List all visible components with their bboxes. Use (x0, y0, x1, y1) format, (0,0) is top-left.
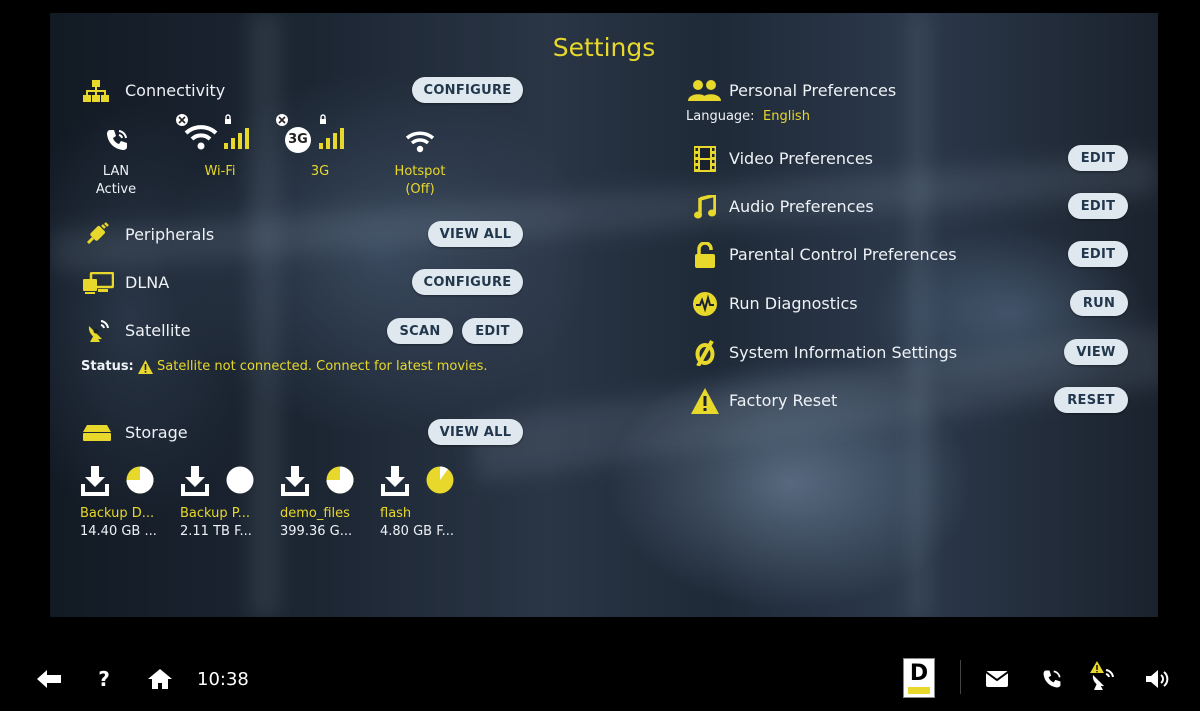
volume-icon[interactable] (1145, 669, 1171, 689)
taskbar-divider (960, 660, 961, 694)
warning-icon (690, 387, 720, 415)
brand-logo-letter: D (909, 660, 929, 686)
satellite-edit-button[interactable]: EDIT (462, 318, 523, 344)
people-icon (687, 79, 721, 101)
taskbar: ? 10:38 D (0, 640, 1200, 711)
audio-preferencesbutton[interactable]: EDIT (1068, 193, 1128, 219)
dlna-label: DLNA (125, 273, 170, 292)
storage-item-name: flash (380, 506, 412, 521)
satellite-scan-button[interactable]: SCAN (387, 318, 453, 344)
clock-time: 10:38 (197, 668, 249, 690)
music-note-label: Audio Preferences (729, 197, 874, 216)
wifi-icon[interactable] (173, 113, 263, 153)
storage-item-size: 2.11 TB F... (180, 524, 252, 539)
storage-item-name: Backup D... (80, 506, 155, 521)
dlna-devices-icon (82, 271, 114, 295)
storage-usage-pie (426, 466, 454, 494)
3g-badge: 3G (288, 132, 308, 147)
system-info-icon (690, 339, 720, 367)
lock-icon (690, 241, 720, 269)
connectivity-configure-button[interactable]: CONFIGURE (412, 77, 523, 103)
satellite-status-text: Satellite not connected. Connect for lat… (157, 359, 488, 374)
lock-label: Parental Control Preferences (729, 245, 957, 264)
storage-label: Storage (125, 423, 188, 442)
language-value: English (763, 109, 810, 124)
warning-label: Factory Reset (729, 391, 838, 410)
storage-item-name: demo_files (280, 506, 350, 521)
storage-item-size: 14.40 GB ... (80, 524, 157, 539)
satellite-status-label: Status: (81, 359, 134, 374)
brand-logo[interactable]: D (903, 658, 935, 698)
storage-item-size: 4.80 GB F... (380, 524, 454, 539)
satellite-icon (85, 316, 113, 344)
storage-usage-pie (126, 466, 154, 494)
system-information-settingsbutton[interactable]: VIEW (1064, 339, 1128, 365)
storage-view-all-button[interactable]: VIEW ALL (428, 419, 523, 445)
download-icon[interactable] (80, 465, 110, 497)
plug-icon (84, 221, 110, 247)
download-icon[interactable] (380, 465, 410, 497)
warning-icon (137, 359, 153, 375)
lan-status: Active (95, 182, 137, 197)
storage-item-size: 399.36 G... (280, 524, 353, 539)
run-diagnosticsbutton[interactable]: RUN (1070, 290, 1128, 316)
phone-icon[interactable] (1040, 667, 1064, 691)
pulse-icon (690, 290, 720, 318)
factory-resetbutton[interactable]: RESET (1054, 387, 1128, 413)
video-preferencesbutton[interactable]: EDIT (1068, 145, 1128, 171)
brand-logo-bar (908, 686, 930, 694)
film-label: Video Preferences (729, 149, 874, 168)
help-icon[interactable]: ? (96, 666, 112, 692)
satellite-warning-icon[interactable] (1088, 660, 1118, 692)
storage-usage-pie (226, 466, 254, 494)
hotspot-icon[interactable] (400, 125, 440, 157)
peripherals-label: Peripherals (125, 225, 215, 244)
lan-name: LAN (102, 164, 130, 179)
network-icon (83, 79, 109, 103)
personal-preferences-label: Personal Preferences (729, 81, 897, 100)
3g-name: 3G (310, 164, 330, 179)
phone-icon[interactable] (102, 125, 132, 155)
download-icon[interactable] (180, 465, 210, 497)
settings-screen: Settings Connectivity CONFIGURE LAN Acti… (50, 13, 1158, 617)
parental-control-preferencesbutton[interactable]: EDIT (1068, 241, 1128, 267)
storage-item-name: Backup P... (180, 506, 250, 521)
film-icon (690, 145, 720, 173)
mail-icon[interactable] (985, 670, 1009, 688)
dlna-configure-button[interactable]: CONFIGURE (412, 269, 523, 295)
music-note-icon (690, 193, 720, 221)
connectivity-label: Connectivity (125, 81, 226, 100)
back-arrow-icon[interactable] (36, 668, 62, 690)
pulse-label: Run Diagnostics (729, 294, 858, 313)
wifi-name: Wi-Fi (204, 164, 236, 179)
system-info-label: System Information Settings (729, 343, 958, 362)
storage-usage-pie (326, 466, 354, 494)
satellite-label: Satellite (125, 321, 191, 340)
hotspot-name: Hotspot (394, 164, 446, 179)
page-title: Settings (552, 33, 656, 62)
home-icon[interactable] (147, 668, 173, 690)
peripherals-view-all-button[interactable]: VIEW ALL (428, 221, 523, 247)
language-label: Language: (686, 109, 755, 124)
download-icon[interactable] (280, 465, 310, 497)
storage-drive-icon (83, 423, 111, 443)
hotspot-status: (Off) (405, 182, 435, 197)
